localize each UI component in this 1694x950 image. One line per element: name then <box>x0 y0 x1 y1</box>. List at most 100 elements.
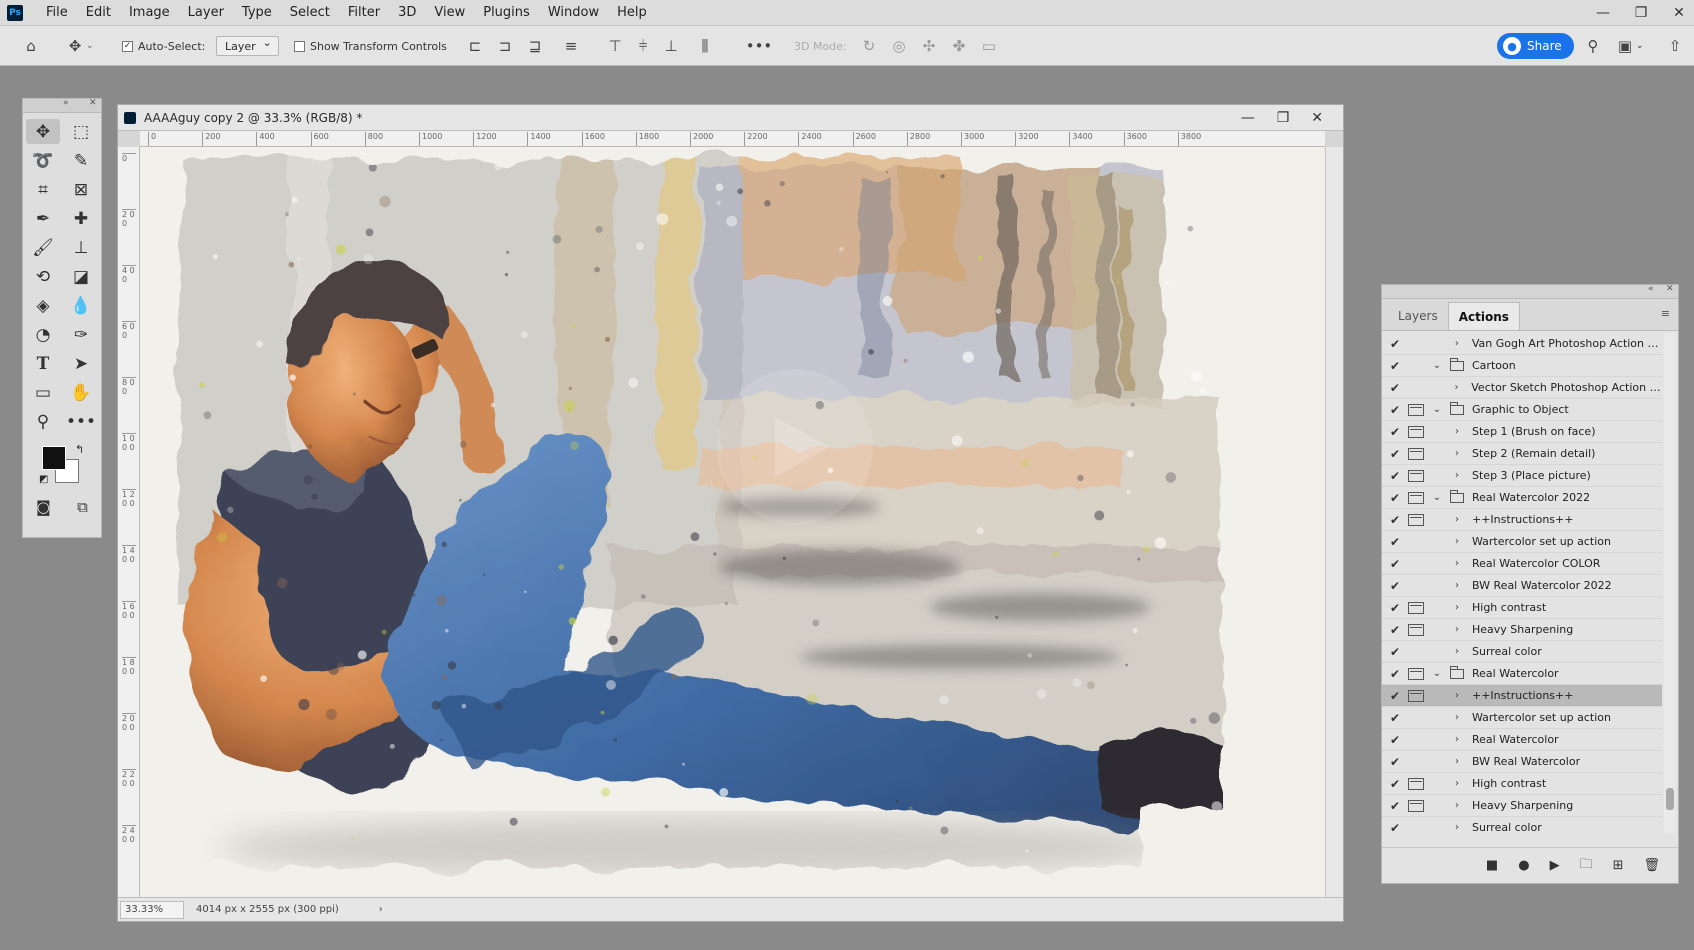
new-action-icon[interactable]: ⊞ <box>1613 858 1624 873</box>
dialog-toggle-icon[interactable] <box>1408 403 1424 416</box>
chevron-down-icon[interactable]: ⌄ <box>1430 492 1444 503</box>
close-icon[interactable]: ✕ <box>89 98 97 108</box>
minimize-icon[interactable]: — <box>1594 4 1612 22</box>
3d-orbit-icon[interactable]: ↻ <box>858 35 880 57</box>
chevron-right-icon[interactable]: › <box>1450 448 1464 459</box>
align-bottom-icon[interactable]: ⊥ <box>660 35 682 57</box>
align-right-icon[interactable]: ⊒ <box>524 35 546 57</box>
chevron-down-icon[interactable]: ⌄ <box>1636 41 1644 51</box>
toggle-check-icon[interactable]: ✔ <box>1384 623 1406 637</box>
action-row[interactable]: ✔ › Real Watercolor COLOR <box>1382 553 1662 575</box>
play-icon[interactable]: ▶ <box>1550 858 1560 873</box>
chevron-right-icon[interactable]: › <box>1450 800 1464 811</box>
chevron-right-icon[interactable]: › <box>1450 426 1464 437</box>
dodge-tool-icon[interactable]: ◔ <box>24 320 62 349</box>
action-set-row[interactable]: ✔ ⌄ Graphic to Object <box>1382 399 1662 421</box>
action-row[interactable]: ✔ › Step 2 (Remain detail) <box>1382 443 1662 465</box>
auto-select-dropdown[interactable]: Layer <box>216 36 279 56</box>
chevron-down-icon[interactable]: ⌄ <box>1430 360 1444 371</box>
zoom-tool-icon[interactable]: ⚲ <box>24 407 62 436</box>
action-row[interactable]: ✔ › Heavy Sharpening <box>1382 795 1662 817</box>
chevron-down-icon[interactable]: ⌄ <box>1430 668 1444 679</box>
new-set-icon[interactable]: 🗀 <box>1580 855 1593 877</box>
action-row[interactable]: ✔ › Step 3 (Place picture) <box>1382 465 1662 487</box>
toggle-check-icon[interactable]: ✔ <box>1384 821 1406 834</box>
3d-slide-icon[interactable]: ✤ <box>948 35 970 57</box>
align-center-icon[interactable]: ⊐ <box>494 35 516 57</box>
distribute-icon[interactable]: ≡ <box>560 35 582 57</box>
chevron-right-icon[interactable]: › <box>1450 712 1464 723</box>
menu-select[interactable]: Select <box>281 5 339 20</box>
quick-mask-icon[interactable]: ◙ <box>36 498 51 516</box>
chevron-down-icon[interactable]: ⌄ <box>1430 404 1444 415</box>
chevron-right-icon[interactable]: › <box>1450 646 1464 657</box>
toggle-check-icon[interactable]: ✔ <box>1384 469 1406 483</box>
chevron-right-icon[interactable]: › <box>1450 778 1464 789</box>
vertical-scrollbar[interactable] <box>1325 147 1343 897</box>
healing-brush-tool-icon[interactable]: ✚ <box>62 204 100 233</box>
toggle-check-icon[interactable]: ✔ <box>1384 799 1406 813</box>
pen-tool-icon[interactable]: ✑ <box>62 320 100 349</box>
toggle-check-icon[interactable]: ✔ <box>1384 513 1406 527</box>
chevron-right-icon[interactable]: › <box>1450 536 1464 547</box>
dialog-toggle-icon[interactable] <box>1408 734 1424 746</box>
marquee-tool-icon[interactable]: ⬚ <box>62 117 100 146</box>
action-row[interactable]: ✔ › Step 1 (Brush on face) <box>1382 421 1662 443</box>
path-selection-tool-icon[interactable]: ➤ <box>62 349 100 378</box>
maximize-icon[interactable]: ❐ <box>1277 110 1290 126</box>
restore-icon[interactable]: ❐ <box>1632 4 1650 22</box>
record-icon[interactable]: ● <box>1518 858 1529 873</box>
dialog-toggle-icon[interactable] <box>1408 822 1424 834</box>
edit-toolbar-icon[interactable]: ••• <box>62 407 100 436</box>
dialog-toggle-icon[interactable] <box>1408 513 1424 526</box>
toggle-check-icon[interactable]: ✔ <box>1384 425 1406 439</box>
chevron-right-icon[interactable]: › <box>1450 690 1464 701</box>
dialog-toggle-icon[interactable] <box>1408 469 1424 482</box>
close-icon[interactable]: ✕ <box>1670 4 1688 22</box>
chevron-right-icon[interactable]: › <box>1450 756 1464 767</box>
action-row[interactable]: ✔ › Surreal color <box>1382 817 1662 834</box>
menu-help[interactable]: Help <box>608 5 656 20</box>
toggle-check-icon[interactable]: ✔ <box>1384 557 1406 571</box>
dialog-toggle-icon[interactable] <box>1408 712 1424 724</box>
tools-panel-header[interactable]: » ✕ <box>23 98 101 113</box>
toggle-check-icon[interactable]: ✔ <box>1384 403 1406 417</box>
action-row[interactable]: ✔ › Real Watercolor <box>1382 729 1662 751</box>
action-row[interactable]: ✔ › BW Real Watercolor <box>1382 751 1662 773</box>
export-icon[interactable]: ⇧ <box>1664 35 1686 57</box>
share-button[interactable]: ● Share <box>1497 33 1574 59</box>
3d-roll-icon[interactable]: ◎ <box>888 35 910 57</box>
toggle-check-icon[interactable]: ✔ <box>1384 667 1406 681</box>
scroll-thumb[interactable] <box>1666 788 1674 810</box>
dialog-toggle-icon[interactable] <box>1408 756 1424 768</box>
toggle-check-icon[interactable]: ✔ <box>1384 645 1406 659</box>
type-tool-icon[interactable]: T <box>24 349 62 378</box>
chevron-right-icon[interactable]: › <box>1450 734 1464 745</box>
crop-tool-icon[interactable]: ⌗ <box>24 175 62 204</box>
chevron-right-icon[interactable]: › <box>1450 602 1464 613</box>
menu-image[interactable]: Image <box>120 5 179 20</box>
toggle-check-icon[interactable]: ✔ <box>1384 733 1406 747</box>
dialog-toggle-icon[interactable] <box>1408 623 1424 636</box>
move-tool-icon[interactable]: ✥ <box>26 119 60 144</box>
frame-tool-icon[interactable]: ⊠ <box>62 175 100 204</box>
dialog-toggle-icon[interactable] <box>1408 580 1424 592</box>
blur-tool-icon[interactable]: 💧 <box>62 291 100 320</box>
dialog-toggle-icon[interactable] <box>1408 338 1424 350</box>
toggle-check-icon[interactable]: ✔ <box>1384 579 1406 593</box>
toggle-check-icon[interactable]: ✔ <box>1384 755 1406 769</box>
toggle-check-icon[interactable]: ✔ <box>1384 359 1406 373</box>
dialog-toggle-icon[interactable] <box>1408 360 1424 372</box>
history-brush-tool-icon[interactable]: ⟲ <box>24 262 62 291</box>
action-row[interactable]: ✔ › Surreal color <box>1382 641 1662 663</box>
move-tool-icon[interactable]: ✥ <box>64 35 86 57</box>
action-row[interactable]: ✔ › Heavy Sharpening <box>1382 619 1662 641</box>
minimize-icon[interactable]: — <box>1241 110 1255 126</box>
chevron-right-icon[interactable]: › <box>1450 624 1464 635</box>
screen-mode-icon[interactable]: ⧉ <box>77 498 88 516</box>
dialog-toggle-icon[interactable] <box>1408 689 1424 702</box>
chevron-down-icon[interactable]: ⌄ <box>86 41 94 51</box>
toggle-check-icon[interactable]: ✔ <box>1384 711 1406 725</box>
home-icon[interactable]: ⌂ <box>20 35 42 57</box>
chevron-right-icon[interactable]: › <box>1450 382 1464 393</box>
